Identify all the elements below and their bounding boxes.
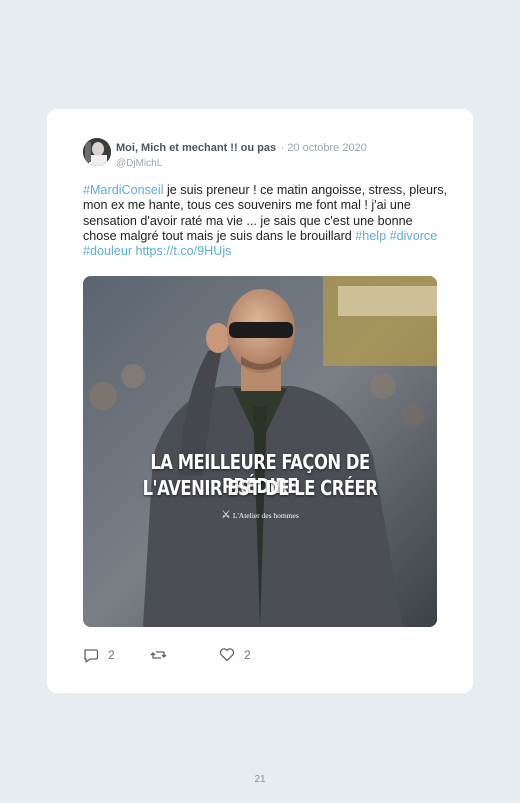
brand-name: L'Atelier des hommes — [232, 511, 299, 520]
tweet-card: Moi, Mich et mechant !! ou pas · 20 octo… — [47, 109, 473, 693]
hashtag-douleur[interactable]: #douleur — [83, 244, 132, 258]
brand-logo-icon: ⚔ — [221, 509, 231, 521]
display-name[interactable]: Moi, Mich et mechant !! ou pas — [116, 142, 276, 154]
hashtag-divorce[interactable]: #divorce — [390, 229, 438, 243]
user-handle[interactable]: @DjMichL — [116, 158, 367, 169]
author-block: Moi, Mich et mechant !! ou pas · 20 octo… — [116, 138, 367, 169]
tweet-text: #MardiConseil je suis preneur ! ce matin… — [83, 183, 449, 259]
tweet-header: Moi, Mich et mechant !! ou pas · 20 octo… — [83, 138, 453, 169]
like-action[interactable]: 2 — [219, 647, 251, 662]
reply-action[interactable]: 2 — [83, 647, 115, 663]
tweet-link[interactable]: https://t.co/9HUjs — [136, 244, 232, 258]
heart-icon[interactable] — [219, 647, 235, 662]
tweet-actions: 2 2 — [83, 647, 443, 667]
hashtag-help[interactable]: #help — [355, 229, 386, 243]
avatar[interactable] — [83, 138, 111, 166]
reply-icon[interactable] — [83, 647, 99, 663]
retweet-icon[interactable] — [150, 647, 167, 663]
page-number: 21 — [254, 774, 266, 785]
retweet-action[interactable] — [150, 647, 176, 663]
brand-watermark: ⚔ L'Atelier des hommes — [221, 508, 299, 521]
tweet-date[interactable]: · 20 octobre 2020 — [281, 142, 367, 154]
like-count: 2 — [244, 647, 251, 662]
tweet-image[interactable]: LA MEILLEURE FAÇON DE PRÉDIRE L'AVENIR E… — [83, 276, 437, 627]
hashtag-mardiconseil[interactable]: #MardiConseil — [83, 183, 164, 197]
quote-line-2: L'AVENIR EST DE LE CRÉER — [142, 476, 378, 500]
reply-count: 2 — [108, 648, 115, 662]
